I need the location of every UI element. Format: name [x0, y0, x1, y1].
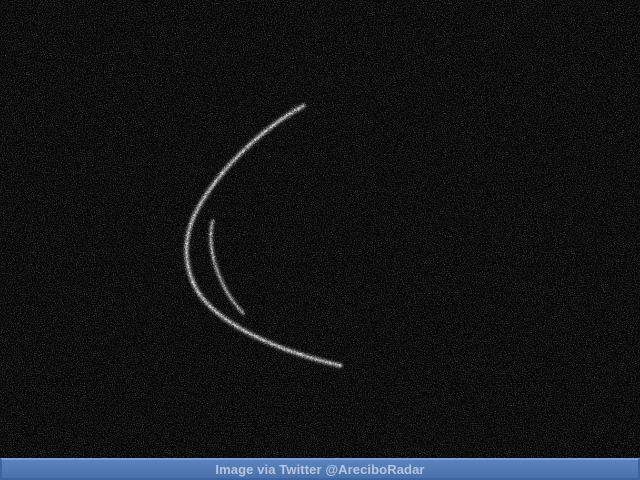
- radar-noise: [0, 0, 640, 458]
- image-frame: Image via Twitter @AreciboRadar: [0, 0, 640, 480]
- radar-image: [0, 0, 640, 458]
- image-credit: Image via Twitter @AreciboRadar: [215, 461, 425, 477]
- credit-bar: Image via Twitter @AreciboRadar: [0, 458, 640, 480]
